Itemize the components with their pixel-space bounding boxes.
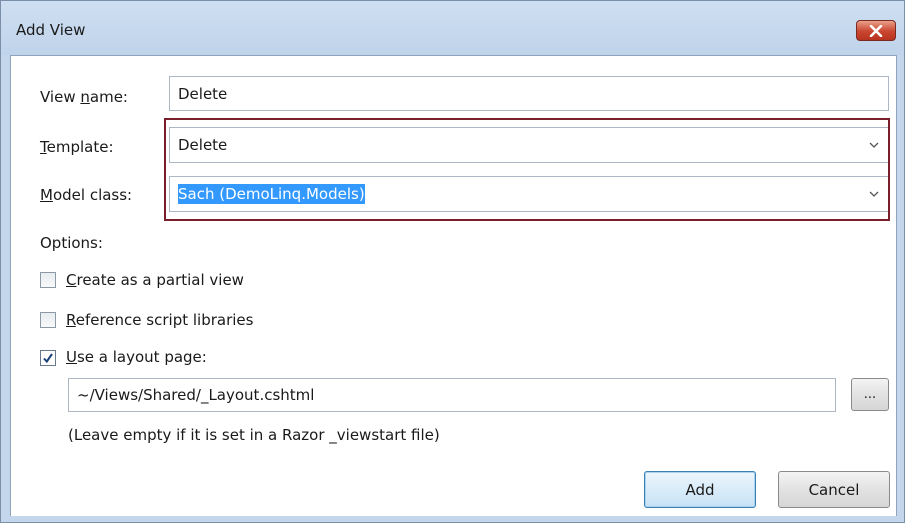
cancel-button-label: Cancel <box>808 480 860 499</box>
highlight-box <box>164 118 890 221</box>
view-name-value: Delete <box>178 84 228 103</box>
script-libraries-checkbox[interactable] <box>40 312 56 328</box>
browse-label: ... <box>863 387 877 402</box>
layout-page-label[interactable]: Use a layout page: <box>66 348 207 366</box>
view-name-label: View name: <box>40 88 128 106</box>
title-bar[interactable]: Add View <box>1 1 904 55</box>
browse-button[interactable]: ... <box>851 378 889 411</box>
close-button[interactable] <box>856 20 896 41</box>
partial-view-label[interactable]: Create as a partial view <box>66 271 244 289</box>
layout-path-input[interactable]: ~/Views/Shared/_Layout.cshtml <box>68 378 836 412</box>
checkmark-icon <box>43 353 53 364</box>
close-x-icon <box>869 24 883 37</box>
options-heading: Options: <box>40 234 103 252</box>
script-libraries-label[interactable]: Reference script libraries <box>66 311 253 329</box>
layout-path-value: ~/Views/Shared/_Layout.cshtml <box>77 386 315 404</box>
add-view-dialog: Add View View name: Delete Template: Del… <box>0 0 905 523</box>
layout-hint: (Leave empty if it is set in a Razor _vi… <box>68 426 440 444</box>
add-button[interactable]: Add <box>644 471 756 508</box>
view-name-input[interactable]: Delete <box>169 76 889 111</box>
dialog-content: View name: Delete Template: Delete Model… <box>10 55 897 516</box>
add-button-label: Add <box>685 480 715 499</box>
model-class-label: Model class: <box>40 186 133 204</box>
template-label: Template: <box>40 138 114 156</box>
cancel-button[interactable]: Cancel <box>778 471 890 508</box>
partial-view-checkbox[interactable] <box>40 272 56 288</box>
dialog-title: Add View <box>16 21 86 39</box>
layout-page-checkbox[interactable] <box>40 350 56 366</box>
